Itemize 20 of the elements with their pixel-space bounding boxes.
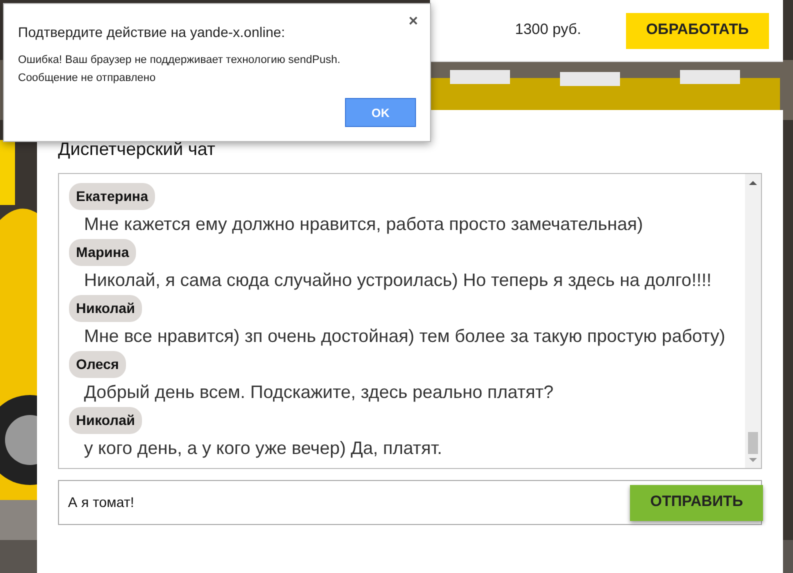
message-author: Екатерина [69, 183, 156, 210]
dialog-message: Ошибка! Ваш браузер не поддерживает технологию sendPush. [18, 53, 342, 68]
message-author: Олеся [69, 351, 126, 378]
message-text: Мне кажется ему должно нравится, работа просто замечательная) [84, 213, 643, 236]
process-button[interactable]: ОБРАБОТАТЬ [626, 12, 769, 48]
message-author: Николай [69, 295, 142, 322]
close-button[interactable]: × [408, 10, 418, 34]
message-author: Николай [69, 407, 142, 434]
message-field[interactable]: А я томат! ОТПРАВИТЬ [58, 480, 762, 525]
message-text: у кого день, а у кого уже вечер) Да, платят. [84, 437, 442, 460]
message-input[interactable]: А я томат! [68, 492, 468, 513]
message-text: Мне все нравится) зп очень достойная) тем более за такую простую работу) [84, 325, 726, 348]
price: 1300 руб. [515, 20, 582, 40]
message-text: Добрый день всем. Подскажите, здесь реально платят? [84, 381, 554, 404]
dialog-message: Сообщение не отправлено [18, 71, 157, 86]
chat-title: Диспетчерский чат [58, 138, 216, 160]
message-author: Марина [69, 239, 136, 266]
dialog-title: Подтвердите действие на yande-x.online: [18, 23, 286, 42]
send-button[interactable]: ОТПРАВИТЬ [630, 484, 763, 520]
message-text: Николай, я сама сюда случайно устроилась) Но теперь я здесь на долго!!!! [84, 269, 712, 292]
